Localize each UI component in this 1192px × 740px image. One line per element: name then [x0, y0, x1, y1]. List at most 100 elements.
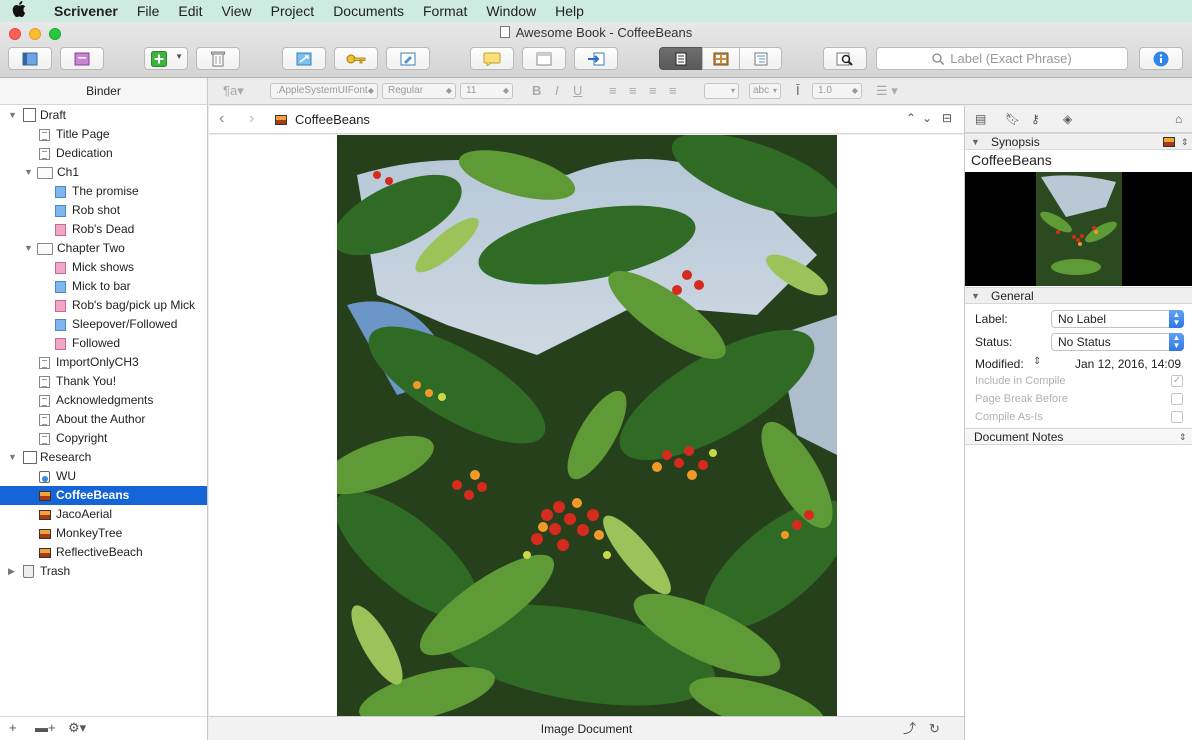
delete-button[interactable]	[196, 47, 240, 70]
collections-button[interactable]	[60, 47, 104, 70]
stepper-icon[interactable]: ⇕	[1181, 134, 1189, 150]
binder-item[interactable]: Followed	[0, 334, 207, 353]
binder-item[interactable]: Mick to bar	[0, 277, 207, 296]
binder-item[interactable]: ▶ Trash	[0, 562, 207, 581]
keywords-button[interactable]	[334, 47, 378, 70]
footnote-button[interactable]	[522, 47, 566, 70]
tag-icon[interactable]: ◈	[1063, 112, 1072, 126]
italic-button[interactable]: I	[555, 83, 559, 99]
menu-edit[interactable]: Edit	[178, 3, 202, 19]
binder-toggle-button[interactable]	[8, 47, 52, 70]
binder-item[interactable]: Sleepover/Followed	[0, 315, 207, 334]
synopsis-title[interactable]: CoffeeBeans	[971, 152, 1052, 168]
quick-search-button[interactable]	[823, 47, 867, 70]
binder-item[interactable]: Rob shot	[0, 201, 207, 220]
back-arrow-icon[interactable]: ‹	[219, 110, 224, 128]
font-style-select[interactable]: Regular ◆	[382, 83, 456, 99]
binder-item[interactable]: Acknowledgments	[0, 391, 207, 410]
key-icon[interactable]: ⚷	[1031, 112, 1040, 126]
split-editor-icon[interactable]: ⊟	[942, 111, 952, 125]
menu-window[interactable]: Window	[486, 3, 536, 19]
add-item-icon[interactable]: +	[9, 720, 17, 735]
menu-file[interactable]: File	[137, 3, 160, 19]
bookmark-icon[interactable]: 🔖︎	[1005, 112, 1020, 126]
binder-item[interactable]: Title Page	[0, 125, 207, 144]
binder-item[interactable]: The promise	[0, 182, 207, 201]
menu-project[interactable]: Project	[271, 3, 315, 19]
status-select[interactable]: No Status ▲ ▼	[1051, 333, 1184, 351]
gear-icon[interactable]: ⚙▾	[68, 720, 86, 736]
disclosure-triangle-icon[interactable]: ▼	[8, 106, 18, 125]
next-document-icon[interactable]: ⌄	[922, 111, 932, 125]
menu-help[interactable]: Help	[555, 3, 584, 19]
image-doc-icon[interactable]	[1163, 137, 1175, 147]
disclosure-triangle-icon[interactable]: ▼	[24, 163, 34, 182]
binder-item[interactable]: CoffeeBeans	[0, 486, 207, 505]
justify-icon[interactable]: ≡	[669, 83, 677, 99]
disclosure-triangle-icon[interactable]: ▼	[8, 448, 18, 467]
binder-item[interactable]: Thank You!	[0, 372, 207, 391]
page-break-before-checkbox[interactable]	[1171, 393, 1183, 405]
document-notes-header[interactable]: Document Notes ⇕	[965, 428, 1192, 445]
binder-item[interactable]: ▼ Ch1	[0, 163, 207, 182]
paragraph-style-icon[interactable]: ¶a▾	[223, 83, 244, 99]
binder-item[interactable]: Rob's bag/pick up Mick	[0, 296, 207, 315]
label-select[interactable]: No Label ▲ ▼	[1051, 310, 1184, 328]
search-field[interactable]: Label (Exact Phrase)	[876, 47, 1128, 70]
align-left-icon[interactable]: ≡	[609, 83, 617, 99]
binder-item[interactable]: MonkeyTree	[0, 524, 207, 543]
binder-item[interactable]: ▼ Draft	[0, 106, 207, 125]
underline-button[interactable]: U	[573, 83, 582, 99]
stepper-icon[interactable]: ⇕	[1179, 429, 1187, 445]
inspector-toggle-button[interactable]	[1139, 47, 1183, 70]
forward-arrow-icon[interactable]: ›	[249, 110, 254, 128]
add-item-button[interactable]: ▼	[144, 47, 188, 70]
general-section-header[interactable]: ▼ General	[965, 287, 1192, 304]
list-icon[interactable]: ☰ ▾	[876, 83, 898, 99]
binder-item[interactable]: Copyright	[0, 429, 207, 448]
binder-item[interactable]: About the Author	[0, 410, 207, 429]
add-folder-icon[interactable]: ▬+	[35, 720, 56, 735]
quick-reference-button[interactable]	[386, 47, 430, 70]
binder-item[interactable]: WU	[0, 467, 207, 486]
menu-view[interactable]: View	[222, 3, 252, 19]
lock-icon[interactable]: ⌂	[1175, 112, 1182, 126]
binder-item[interactable]: ImportOnlyCH3	[0, 353, 207, 372]
binder-item[interactable]: Mick shows	[0, 258, 207, 277]
menu-documents[interactable]: Documents	[333, 3, 404, 19]
binder-item[interactable]: Rob's Dead	[0, 220, 207, 239]
view-mode-document-button[interactable]	[659, 47, 703, 70]
view-mode-corkboard-button[interactable]	[702, 47, 740, 70]
bold-button[interactable]: B	[532, 83, 541, 99]
highlight-color-select[interactable]: abc ▾	[749, 83, 781, 99]
previous-document-icon[interactable]: ⌃	[906, 111, 916, 125]
reveal-icon[interactable]: ⤴	[903, 717, 916, 740]
binder-item[interactable]: ReflectiveBeach	[0, 543, 207, 562]
font-size-select[interactable]: 11 ◆	[460, 83, 513, 99]
line-spacing-select[interactable]: 1.0 ◆	[812, 83, 862, 99]
view-mode-outliner-button[interactable]	[739, 47, 782, 70]
apple-menu-icon[interactable]	[0, 1, 38, 21]
font-family-select[interactable]: .AppleSystemUIFont ◆	[270, 83, 378, 99]
date-type-stepper-icon[interactable]: ⇕	[1033, 356, 1041, 367]
comment-button[interactable]	[470, 47, 514, 70]
disclosure-triangle-icon[interactable]: ▼	[24, 239, 34, 258]
menu-format[interactable]: Format	[423, 3, 467, 19]
synopsis-section-header[interactable]: ▼ Synopsis ⇕	[965, 133, 1192, 150]
align-right-icon[interactable]: ≡	[649, 83, 657, 99]
binder-item[interactable]: ▼ Chapter Two	[0, 239, 207, 258]
text-color-select[interactable]: ▾	[704, 83, 739, 99]
disclosure-triangle-icon[interactable]: ▶	[8, 562, 18, 581]
app-menu[interactable]: Scrivener	[54, 3, 118, 19]
notes-tab-icon[interactable]: ▤	[975, 112, 986, 126]
refresh-icon[interactable]: ↻	[929, 717, 940, 740]
align-center-icon[interactable]: ≡	[629, 83, 637, 99]
binder-item[interactable]: Dedication	[0, 144, 207, 163]
compile-as-is-checkbox[interactable]	[1171, 411, 1183, 423]
composition-mode-button[interactable]	[282, 47, 326, 70]
include-in-compile-checkbox[interactable]: ✓	[1171, 375, 1183, 387]
binder-item[interactable]: JacoAerial	[0, 505, 207, 524]
binder-item[interactable]: ▼ Research	[0, 448, 207, 467]
editor-doc-title[interactable]: CoffeeBeans	[295, 112, 370, 127]
compile-button[interactable]	[574, 47, 618, 70]
